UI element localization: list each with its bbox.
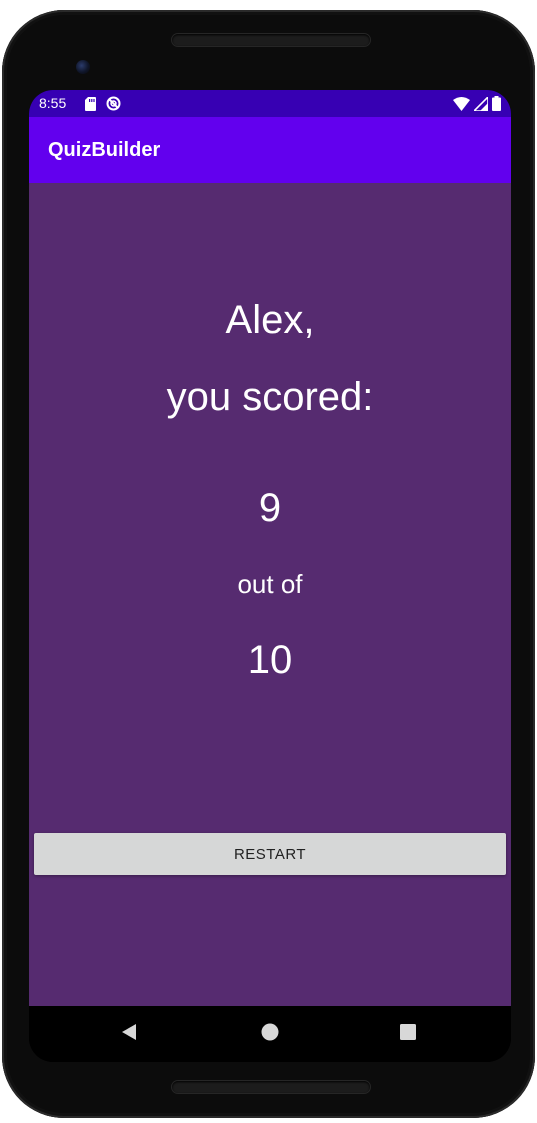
- do-not-disturb-icon: [106, 96, 121, 114]
- home-button[interactable]: [256, 1020, 284, 1048]
- bottom-speaker-grille: [172, 1081, 370, 1093]
- recents-icon: [399, 1023, 417, 1046]
- navigation-bar: [29, 1006, 511, 1062]
- total-value: 10: [247, 638, 293, 682]
- scored-label: you scored:: [166, 375, 374, 419]
- signal-icon: [472, 94, 489, 114]
- home-icon: [261, 1023, 279, 1046]
- recents-button[interactable]: [394, 1020, 422, 1048]
- status-system-icons: [453, 94, 501, 114]
- player-name: Alex,: [225, 298, 315, 342]
- back-button[interactable]: [115, 1020, 143, 1048]
- phone-frame: 8:55 QuizBuilder Alex, you scored: 9 out…: [2, 10, 535, 1118]
- app-title: QuizBuilder: [48, 139, 161, 161]
- device-screen: 8:55 QuizBuilder Alex, you scored: 9 out…: [29, 90, 511, 1062]
- back-icon: [120, 1023, 138, 1046]
- wifi-icon: [453, 96, 470, 114]
- battery-icon: [492, 96, 501, 114]
- status-bar: 8:55: [29, 90, 511, 117]
- status-time: 8:55: [39, 95, 67, 111]
- restart-button[interactable]: RESTART: [34, 833, 506, 875]
- app-bar: QuizBuilder: [29, 117, 511, 183]
- top-speaker-grille: [172, 34, 370, 46]
- score-value: 9: [258, 486, 282, 530]
- status-notification-icons: [85, 96, 121, 114]
- front-camera: [76, 60, 90, 74]
- out-of-label: out of: [237, 569, 303, 599]
- score-screen: Alex, you scored: 9 out of 10 RESTART: [29, 183, 511, 1006]
- sd-card-icon: [85, 96, 96, 114]
